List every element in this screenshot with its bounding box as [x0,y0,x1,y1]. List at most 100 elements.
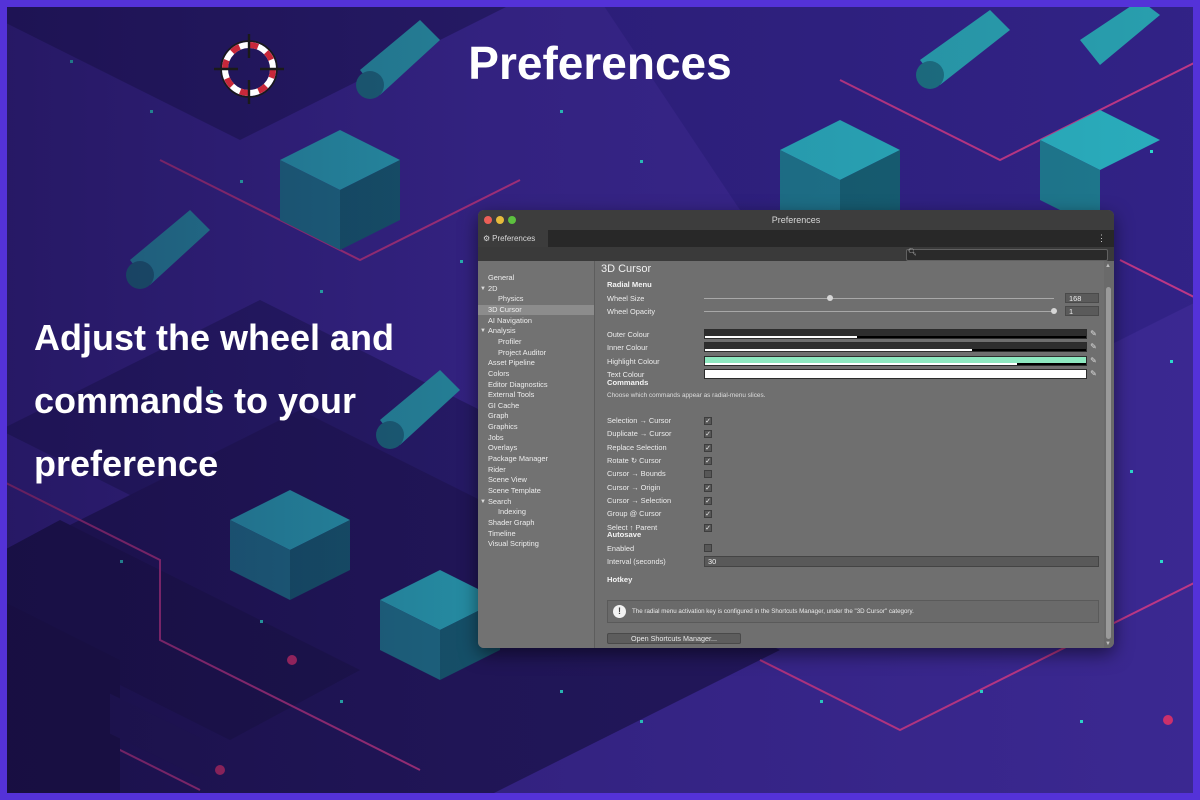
wheel-opacity-field[interactable]: 1 [1065,306,1099,316]
command-checkbox[interactable]: ✓ [704,457,712,466]
sidebar-item-indexing[interactable]: Indexing [478,507,594,517]
autosave-interval-field[interactable]: 30 [704,556,1099,567]
window-title: Preferences [771,215,821,225]
sidebar-item-scene-template[interactable]: Scene Template [478,486,594,496]
sidebar-item-label: Profiler [498,336,522,346]
sidebar-item-label: GI Cache [488,400,520,410]
wheel-opacity-slider-knob[interactable] [1051,308,1057,314]
colour-swatch[interactable] [704,342,1087,353]
sidebar-item-external-tools[interactable]: External Tools [478,390,594,400]
scroll-down-icon[interactable]: ▼ [1105,641,1111,647]
sidebar-item-rider[interactable]: Rider [478,465,594,475]
sidebar-item-label: Graphics [488,422,518,432]
colour-label: Highlight Colour [607,356,660,366]
tab-preferences-label: Preferences [492,234,536,243]
more-options-icon[interactable]: ⋮ [1097,233,1106,244]
command-label: Group @ Cursor [607,509,662,519]
eyedropper-icon[interactable]: ✎ [1089,329,1098,338]
sidebar-item-colors[interactable]: Colors [478,369,594,379]
sidebar-item-editor-diagnostics[interactable]: Editor Diagnostics [478,380,594,390]
sidebar-item-2d[interactable]: ▼ 2D [478,284,594,294]
section-commands: Commands [607,378,649,387]
section-radial-menu: Radial Menu [607,280,652,289]
sidebar-item-graphics[interactable]: Graphics [478,422,594,432]
sidebar-item-jobs[interactable]: Jobs [478,433,594,443]
sidebar-item-label: Shader Graph [488,517,535,527]
sidebar-item-scene-view[interactable]: Scene View [478,475,594,485]
eyedropper-icon[interactable]: ✎ [1089,369,1098,378]
sidebar-item-gi-cache[interactable]: GI Cache [478,401,594,411]
sidebar-item-3d-cursor[interactable]: 3D Cursor [478,304,594,315]
window-titlebar[interactable]: Preferences [478,210,1114,230]
sidebar-item-label: General [488,273,515,282]
sidebar-item-general[interactable]: General [478,273,594,283]
gear-icon: ⚙ [483,234,491,243]
colour-label: Outer Colour [607,330,650,339]
command-checkbox[interactable]: ✓ [704,483,712,492]
eyedropper-icon[interactable]: ✎ [1089,342,1098,351]
eyedropper-icon[interactable]: ✎ [1089,356,1098,365]
command-checkbox[interactable]: ✓ [704,497,712,506]
sidebar-item-label: AI Navigation [488,315,532,325]
alpha-bar-fill [705,362,1018,365]
sidebar-item-timeline[interactable]: Timeline [478,529,594,539]
sidebar-item-label: Editor Diagnostics [488,379,548,389]
command-checkbox[interactable]: ✓ [704,523,712,532]
colour-swatch[interactable] [704,355,1087,366]
sidebar-item-package-manager[interactable]: Package Manager [478,454,594,464]
colour-swatch[interactable] [704,329,1087,339]
sidebar-item-label: Physics [498,294,524,304]
foldout-arrow-icon[interactable]: ▼ [480,497,486,507]
scroll-up-icon[interactable]: ▲ [1105,263,1111,269]
command-label: Duplicate → Cursor [607,429,672,439]
foldout-arrow-icon[interactable]: ▼ [480,326,486,336]
sidebar-item-label: Scene Template [488,486,541,495]
sidebar-item-ai-navigation[interactable]: AI Navigation [478,316,594,326]
tab-bar: ⚙ Preferences ⋮ [478,230,1114,247]
foldout-arrow-icon[interactable]: ▼ [480,284,486,294]
preferences-content: 3D Cursor Radial Menu Wheel Size 168 Whe… [595,261,1103,648]
command-checkbox[interactable]: ✓ [704,417,712,425]
colour-swatch[interactable] [704,368,1087,379]
wheel-size-field[interactable]: 168 [1065,293,1099,303]
command-checkbox[interactable]: ✓ [704,430,712,439]
sidebar-item-label: Asset Pipeline [488,358,535,368]
sidebar-item-visual-scripting[interactable]: Visual Scripting [478,539,594,549]
sidebar-item-label: Visual Scripting [488,539,539,549]
open-shortcuts-manager-button[interactable]: Open Shortcuts Manager... [607,633,741,644]
alpha-bar-fill [705,375,1086,378]
sidebar-item-graph[interactable]: Graph [478,411,594,421]
command-checkbox[interactable] [704,470,712,479]
wheel-size-slider[interactable] [704,298,1054,299]
wheel-opacity-label: Wheel Opacity [607,307,656,316]
sidebar-item-label: Indexing [498,507,526,517]
sidebar-item-physics[interactable]: Physics [478,294,594,304]
scrollbar-thumb[interactable] [1106,287,1111,639]
sidebar-item-analysis[interactable]: ▼ Analysis [478,326,594,336]
sidebar-item-overlays[interactable]: Overlays [478,443,594,453]
hotkey-info-box: ! The radial menu activation key is conf… [607,600,1099,623]
command-label: Cursor → Origin [607,482,661,492]
sidebar-item-project-auditor[interactable]: Project Auditor [478,348,594,358]
sidebar-item-search[interactable]: ▼ Search [478,497,594,507]
search-input[interactable] [906,249,1108,261]
tab-preferences[interactable]: ⚙ Preferences [478,230,548,247]
sidebar-item-profiler[interactable]: Profiler [478,337,594,347]
autosave-enabled-checkbox[interactable] [704,544,712,552]
command-label: Cursor → Selection [607,496,672,506]
sidebar-item-asset-pipeline[interactable]: Asset Pipeline [478,358,594,368]
wheel-size-slider-knob[interactable] [827,295,833,301]
preferences-window: Preferences ⚙ Preferences ⋮ 🔍︎ General ▼ 2D… [478,210,1114,648]
preferences-sidebar: General ▼ 2D Physics 3D Cursor AI Navigation ▼… [478,261,595,648]
command-checkbox[interactable]: ✓ [704,443,712,452]
command-checkbox[interactable]: ✓ [704,510,712,519]
content-scrollbar[interactable]: ▲ ▼ [1104,261,1114,648]
sidebar-item-label: Package Manager [488,454,548,464]
sidebar-item-label: Jobs [488,432,504,442]
hotkey-info-text: The radial menu activation key is config… [632,608,914,615]
command-label: Replace Selection [607,442,667,452]
alpha-bar-fill [705,336,858,338]
section-hotkey: Hotkey [607,575,633,584]
sidebar-item-shader-graph[interactable]: Shader Graph [478,518,594,528]
wheel-opacity-slider[interactable] [704,311,1054,312]
